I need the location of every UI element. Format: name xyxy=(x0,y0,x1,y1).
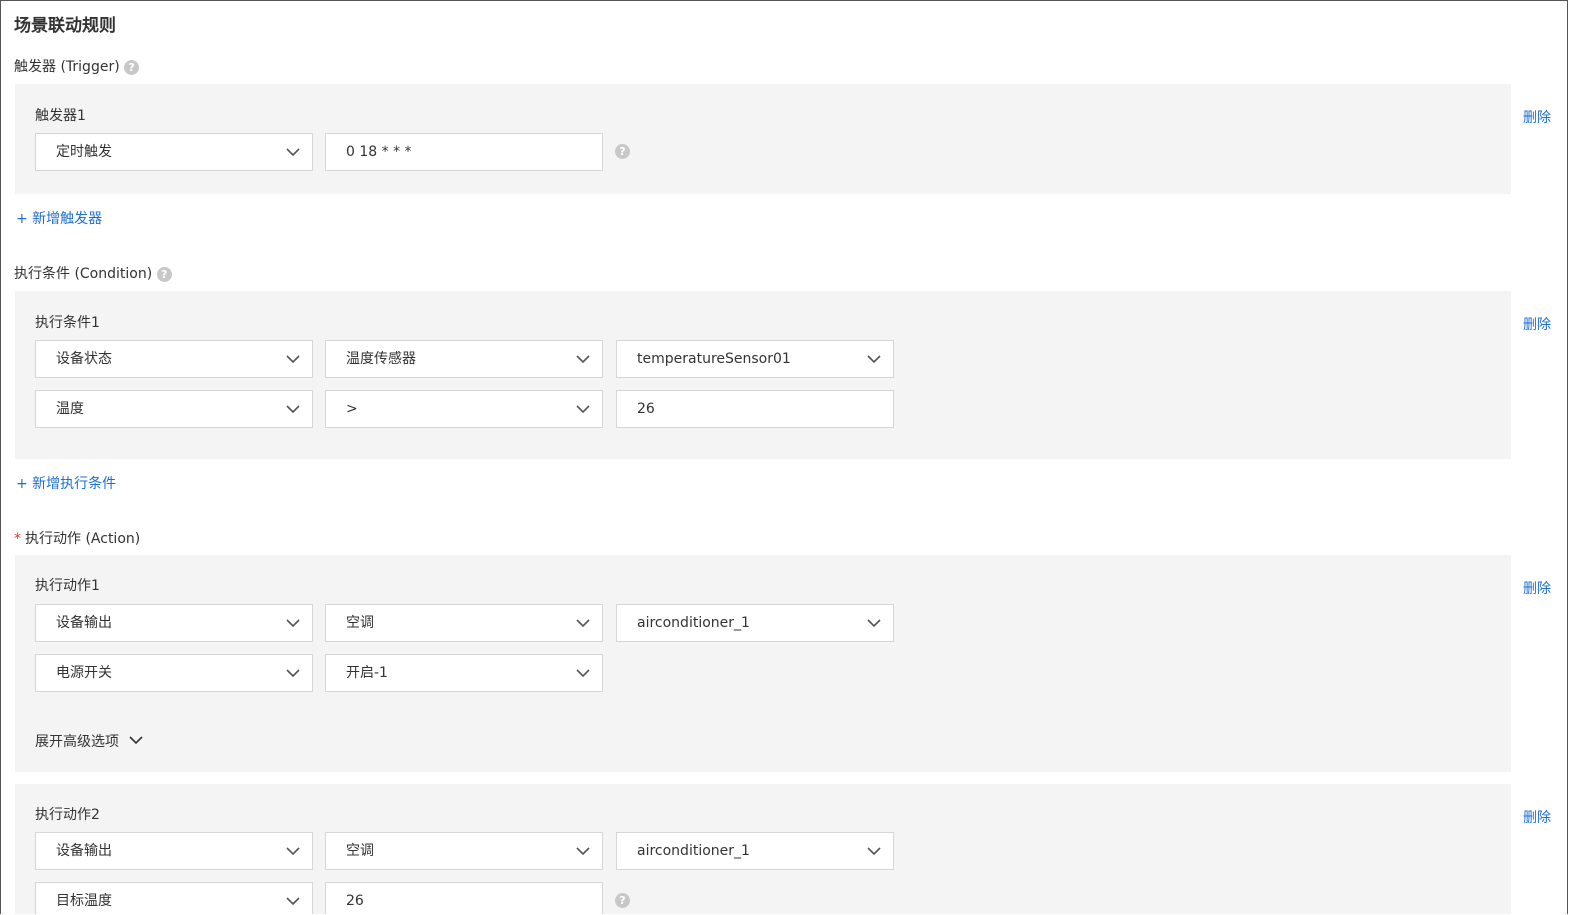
delete-action-1-button[interactable]: 删除 xyxy=(1523,578,1551,598)
condition-section-label: 执行条件 (Condition) ? xyxy=(14,263,172,283)
condition-operator-value: > xyxy=(346,401,358,417)
condition-operator-select[interactable]: > xyxy=(325,390,603,428)
action-type-select[interactable]: 设备输出 xyxy=(35,604,313,642)
required-mark: * xyxy=(14,531,21,547)
action-item-title: 执行动作1 xyxy=(35,578,100,594)
action-item-title: 执行动作2 xyxy=(35,807,100,823)
action-type-value: 设备输出 xyxy=(56,843,112,859)
condition-product-value: 温度传感器 xyxy=(346,351,416,367)
action-value-select[interactable]: 开启-1 xyxy=(325,654,603,692)
condition-value: 26 xyxy=(637,401,655,417)
delete-condition-button[interactable]: 删除 xyxy=(1523,314,1551,334)
trigger-section-label: 触发器 (Trigger) ? xyxy=(14,56,140,76)
condition-value-input[interactable]: 26 xyxy=(616,390,894,428)
condition-device-value: temperatureSensor01 xyxy=(637,351,791,367)
condition-panel: 执行条件1 设备状态 温度传感器 temperatureSensor01 温度 … xyxy=(15,291,1511,459)
trigger-panel: 触发器1 定时触发 0 18 * * * ? xyxy=(15,84,1511,194)
page-title: 场景联动规则 xyxy=(14,16,116,36)
action-device-select[interactable]: airconditioner_1 xyxy=(616,832,894,870)
condition-property-value: 温度 xyxy=(56,401,84,417)
action-property-select[interactable]: 电源开关 xyxy=(35,654,313,692)
chevron-down-icon xyxy=(576,619,590,628)
chevron-down-icon xyxy=(576,355,590,364)
trigger-type-select[interactable]: 定时触发 xyxy=(35,133,313,171)
action-product-select[interactable]: 空调 xyxy=(325,604,603,642)
delete-trigger-button[interactable]: 删除 xyxy=(1523,107,1551,127)
add-trigger-link[interactable]: + 新增触发器 xyxy=(16,208,102,228)
action-device-select[interactable]: airconditioner_1 xyxy=(616,604,894,642)
action-panel-1: 执行动作1 设备输出 空调 airconditioner_1 电源开关 开启-1… xyxy=(15,555,1511,772)
cron-input[interactable]: 0 18 * * * xyxy=(325,133,603,171)
condition-device-select[interactable]: temperatureSensor01 xyxy=(616,340,894,378)
action-panel-2: 执行动作2 设备输出 空调 airconditioner_1 目标温度 26 ? xyxy=(15,784,1511,914)
action-property-value: 目标温度 xyxy=(56,893,112,909)
action-device-value: airconditioner_1 xyxy=(637,615,750,631)
action-section-label: * 执行动作 (Action) xyxy=(14,528,140,548)
trigger-label: 触发器 (Trigger) xyxy=(14,59,120,75)
chevron-down-icon xyxy=(286,619,300,628)
condition-product-select[interactable]: 温度传感器 xyxy=(325,340,603,378)
help-icon[interactable]: ? xyxy=(615,893,630,908)
cron-value: 0 18 * * * xyxy=(346,144,412,160)
chevron-down-icon xyxy=(867,847,881,856)
action-value-input[interactable]: 26 xyxy=(325,882,603,914)
chevron-down-icon xyxy=(576,405,590,414)
trigger-item-title: 触发器1 xyxy=(35,108,86,124)
action-type-select[interactable]: 设备输出 xyxy=(35,832,313,870)
action-product-value: 空调 xyxy=(346,615,374,631)
condition-property-select[interactable]: 温度 xyxy=(35,390,313,428)
chevron-down-icon xyxy=(286,847,300,856)
expand-advanced-toggle[interactable]: 展开高级选项 xyxy=(35,731,144,751)
chevron-down-icon xyxy=(286,669,300,678)
action-value: 开启-1 xyxy=(346,665,388,681)
chevron-down-icon xyxy=(867,619,881,628)
action-label: 执行动作 (Action) xyxy=(25,531,141,547)
help-icon[interactable]: ? xyxy=(124,59,140,75)
add-condition-link[interactable]: + 新增执行条件 xyxy=(16,473,116,493)
action-type-value: 设备输出 xyxy=(56,615,112,631)
help-icon[interactable]: ? xyxy=(615,144,630,159)
trigger-type-value: 定时触发 xyxy=(56,144,112,160)
scene-rule-form: 场景联动规则 触发器 (Trigger) ? 触发器1 定时触发 0 18 * … xyxy=(0,0,1568,914)
chevron-down-icon xyxy=(286,355,300,364)
help-icon[interactable]: ? xyxy=(156,266,172,282)
chevron-down-icon xyxy=(286,148,300,157)
chevron-down-icon xyxy=(576,847,590,856)
chevron-down-icon xyxy=(867,355,881,364)
chevron-down-icon xyxy=(286,405,300,414)
expand-advanced-label: 展开高级选项 xyxy=(35,734,119,750)
chevron-down-icon xyxy=(286,897,300,906)
action-value: 26 xyxy=(346,893,364,909)
condition-type-value: 设备状态 xyxy=(56,351,112,367)
action-property-value: 电源开关 xyxy=(56,665,112,681)
delete-action-2-button[interactable]: 删除 xyxy=(1523,807,1551,827)
action-device-value: airconditioner_1 xyxy=(637,843,750,859)
action-product-value: 空调 xyxy=(346,843,374,859)
chevron-down-icon xyxy=(129,736,144,745)
condition-item-title: 执行条件1 xyxy=(35,315,100,331)
chevron-down-icon xyxy=(576,669,590,678)
condition-type-select[interactable]: 设备状态 xyxy=(35,340,313,378)
action-property-select[interactable]: 目标温度 xyxy=(35,882,313,914)
condition-label: 执行条件 (Condition) xyxy=(14,266,153,282)
action-product-select[interactable]: 空调 xyxy=(325,832,603,870)
